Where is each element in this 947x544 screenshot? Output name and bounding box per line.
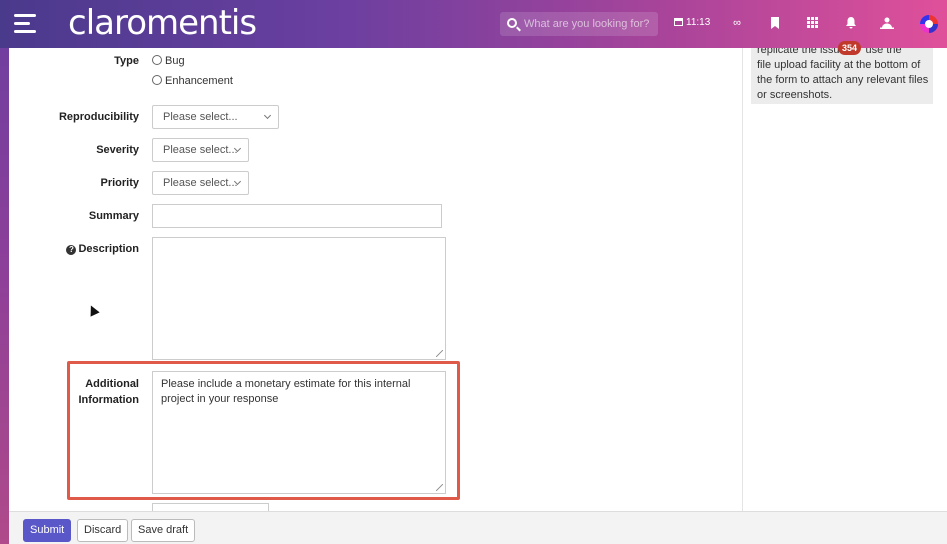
apps-grid-icon[interactable] [805, 17, 819, 31]
reproducibility-select[interactable]: Please select... [152, 105, 279, 129]
priority-label: Priority [100, 177, 139, 189]
chevron-down-icon [263, 111, 272, 120]
summary-input[interactable] [152, 204, 442, 228]
resize-handle-icon[interactable] [436, 350, 443, 357]
highlight-box [67, 361, 460, 500]
bell-icon[interactable] [844, 17, 858, 31]
severity-label: Severity [96, 144, 139, 156]
clock[interactable]: 11:13 [674, 17, 710, 28]
top-bar: claromentis What are you looking for? 11… [0, 0, 947, 48]
type-label: Type [114, 55, 139, 67]
notification-badge[interactable]: 354 [838, 41, 862, 55]
submit-button[interactable]: Submit [23, 519, 72, 542]
help-line-3: the form to attach any relevant files [757, 74, 929, 86]
priority-select[interactable]: Please select... [152, 171, 249, 195]
help-question-icon[interactable]: ? [66, 245, 77, 255]
search-placeholder: What are you looking for? [524, 18, 650, 30]
search-input[interactable]: What are you looking for? [500, 12, 658, 36]
description-label: ? Description [9, 243, 139, 255]
clock-time: 11:13 [686, 17, 711, 28]
help-text-box: replicate the issu use the file upload fa… [751, 48, 933, 104]
help-line-2: file upload facility at the bottom of [757, 59, 921, 71]
calendar-icon [674, 18, 683, 26]
description-textarea[interactable] [152, 237, 446, 360]
help-line-4: or screenshots. [757, 89, 833, 101]
people-icon[interactable] [880, 17, 894, 31]
radio-icon[interactable] [152, 75, 162, 85]
menu-icon[interactable] [14, 14, 36, 34]
save-draft-button[interactable]: Save draft [131, 519, 196, 542]
summary-label: Summary [88, 210, 139, 222]
radio-icon[interactable] [152, 55, 162, 65]
sidebar-divider [742, 48, 743, 511]
link-icon[interactable]: ∞ [730, 17, 744, 31]
app-logo[interactable]: claromentis [68, 3, 257, 43]
type-option-enhancement[interactable]: Enhancement [152, 75, 233, 87]
reproducibility-label: Reproducibility [58, 111, 139, 123]
bookmark-icon[interactable] [768, 17, 782, 31]
type-option-bug[interactable]: Bug [152, 55, 185, 67]
severity-select[interactable]: Please select... [152, 138, 249, 162]
discard-button[interactable]: Discard [77, 519, 129, 542]
user-avatar-icon[interactable] [920, 15, 938, 33]
search-icon [507, 18, 517, 28]
